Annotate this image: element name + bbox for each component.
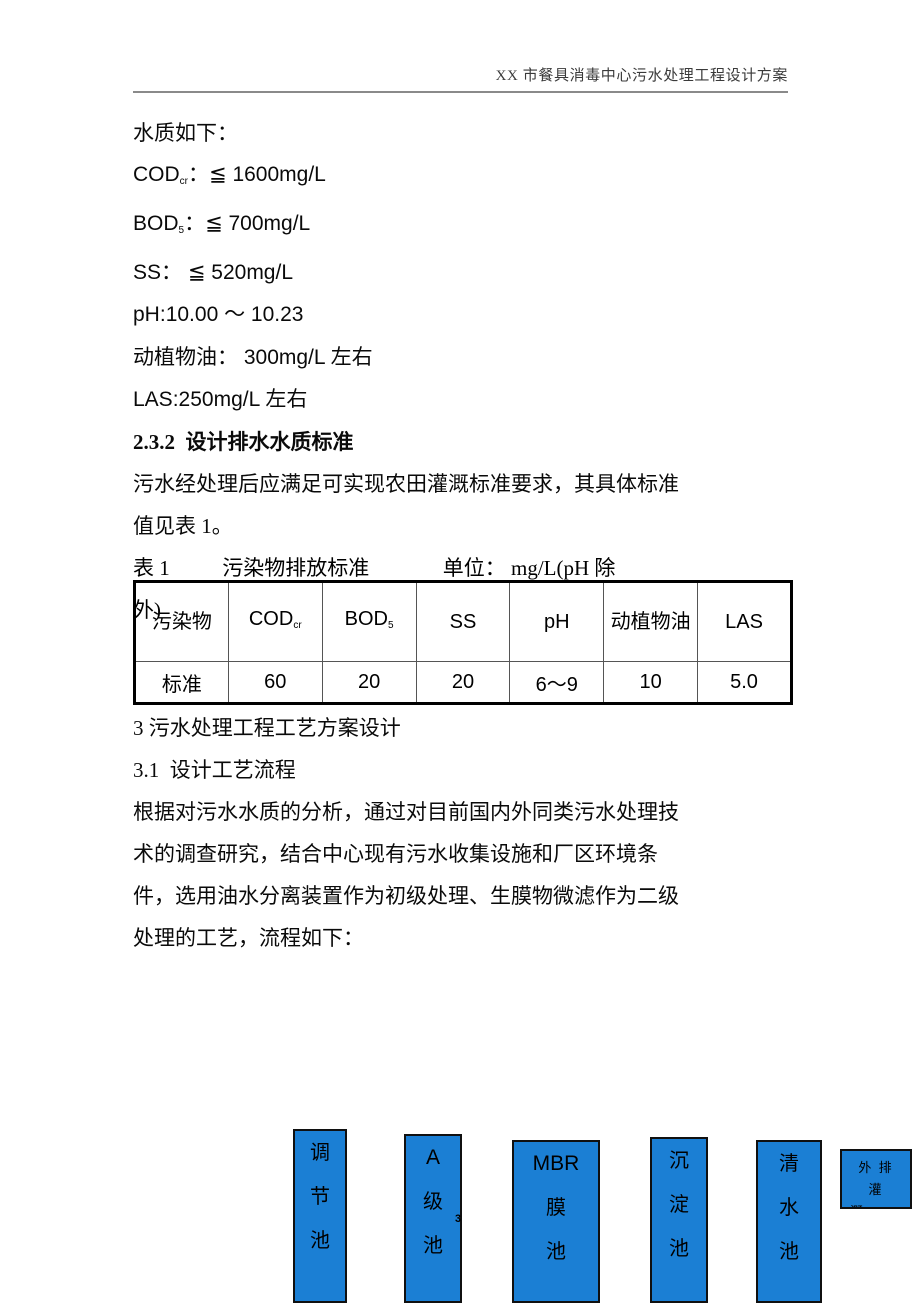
flow-box-sedimentation-tank[interactable]: 沉 淀 池: [650, 1137, 708, 1303]
header-divider: [133, 91, 788, 93]
quality-cod-prefix: COD: [133, 163, 180, 186]
quality-cod-subscript: cr: [179, 176, 189, 187]
table-header-las: LAS: [697, 581, 792, 662]
flow-box-discharge-irrigation-line-1: 外 排 灌: [858, 1160, 894, 1197]
quality-las-value: :250mg/L 左右: [172, 388, 308, 411]
table-value-oil: 10: [603, 661, 699, 704]
flow-box-a-grade-tank-line-2: 级: [423, 1191, 443, 1213]
flow-box-regulating-tank[interactable]: 调 节 池: [293, 1129, 347, 1303]
flow-box-clean-water-tank-line-3: 池: [779, 1241, 799, 1263]
flow-box-mbr-membrane-tank-line-3: 池: [546, 1241, 566, 1263]
quality-ss-value: ： ≦ 520mg/L: [161, 261, 294, 284]
quality-las-prefix: LAS: [133, 388, 173, 411]
quality-item-ph: pH:10.00 ～ 10.23: [133, 294, 798, 336]
table-value-ss: 20: [415, 661, 511, 704]
quality-item-cod: CODcr：≦ 1600mg/L: [133, 154, 798, 203]
table-header-animal-vegetable-oil: 动植物油: [603, 581, 699, 662]
paragraph-3-1-line-4: 处理的工艺，流程如下：: [133, 926, 364, 950]
quality-item-las: LAS:250mg/L 左右: [133, 379, 798, 421]
table-row-label: 标准: [134, 661, 229, 704]
flow-box-mbr-membrane-tank-line-2: 膜: [546, 1197, 566, 1219]
table-header-bod: BOD5: [321, 581, 417, 662]
flow-box-a-grade-tank[interactable]: A 级 池: [404, 1134, 462, 1303]
flow-box-discharge-irrigation-line-2: 溉: [850, 1201, 865, 1207]
table-header-ph: pH: [509, 581, 605, 662]
flow-box-discharge-irrigation[interactable]: 外 排 灌 溉: [840, 1149, 912, 1209]
heading-3: 3 污水处理工程工艺方案设计: [133, 716, 401, 740]
table-header-row: 污染物 CODcr BOD5 SS pH 动植物油 LAS: [134, 581, 792, 662]
table-header-ss: SS: [415, 581, 511, 662]
quality-bod-value: ：≦ 700mg/L: [184, 212, 311, 235]
flow-box-a-grade-tank-line-1: A: [425, 1146, 440, 1169]
flow-box-sedimentation-tank-line-3: 池: [669, 1238, 689, 1260]
flow-box-clean-water-tank-line-2: 水: [779, 1197, 799, 1219]
flow-box-regulating-tank-line-3: 池: [310, 1230, 330, 1252]
quality-cod-value: ：≦ 1600mg/L: [188, 163, 326, 186]
running-header: XX 市餐具消毒中心污水处理工程设计方案: [133, 64, 788, 100]
flow-box-clean-water-tank[interactable]: 清 水 池: [756, 1140, 822, 1303]
paragraph-3-1-line-2: 术的调查研究，结合中心现有污水收集设施和厂区环境条: [133, 842, 658, 866]
table-row: 标准 60 20 20 6～9 10 5.0: [134, 661, 792, 704]
table-value-cod: 60: [227, 661, 323, 704]
table-header-pollutant: 污染物: [134, 581, 229, 662]
table-header-bod-text: BOD: [344, 607, 388, 630]
flow-box-mbr-membrane-tank-line-1: MBR: [532, 1152, 580, 1175]
quality-oil-value: ： 300mg/L 左右: [217, 346, 373, 369]
quality-bod-prefix: BOD: [133, 212, 179, 235]
table-header-cod-subscript: cr: [293, 619, 302, 631]
quality-oil-prefix: 动植物油: [133, 345, 217, 369]
quality-item-bod: BOD5：≦ 700mg/L: [133, 203, 798, 252]
flow-box-regulating-tank-line-2: 节: [310, 1186, 330, 1208]
document-page: XX 市餐具消毒中心污水处理工程设计方案 水质如下： CODcr：≦ 1600m…: [0, 0, 920, 1303]
document-content: 水质如下： CODcr：≦ 1600mg/L BOD5：≦ 700mg/L SS…: [133, 112, 798, 631]
table-header-cod-text: COD: [248, 607, 294, 630]
flow-box-a-grade-tank-line-3: 池: [423, 1235, 443, 1257]
paragraph-2-3-2-line-1: 污水经处理后应满足可实现农田灌溉标准要求，其具体标准: [133, 472, 679, 496]
table-value-ph: 6～9: [509, 661, 605, 704]
flow-box-sedimentation-tank-line-2: 淀: [669, 1194, 689, 1216]
pollutant-standards-table-wrapper: 污染物 CODcr BOD5 SS pH 动植物油 LAS 标准 60 20 2…: [133, 580, 793, 705]
section-3-content: 3 污水处理工程工艺方案设计 3.1 设计工艺流程 根据对污水水质的分析，通过对…: [133, 707, 798, 959]
table-value-las: 5.0: [697, 661, 792, 704]
quality-ss-prefix: SS: [133, 261, 162, 284]
water-quality-intro: 水质如下：: [133, 121, 238, 145]
table-header-bod-subscript: 5: [388, 619, 394, 631]
quality-ph-prefix: pH: [133, 303, 160, 326]
heading-3-1: 3.1 设计工艺流程: [133, 758, 296, 782]
paragraph-3-1-line-1: 根据对污水水质的分析，通过对目前国内外同类污水处理技: [133, 800, 679, 824]
table-header-cod: CODcr: [227, 581, 323, 662]
header-title: XX 市餐具消毒中心污水处理工程设计方案: [495, 68, 788, 84]
quality-ph-value: :10.00 ～ 10.23: [159, 303, 304, 326]
paragraph-3-1-line-3: 件，选用油水分离装置作为初级处理、生膜物微滤作为二级: [133, 884, 679, 908]
heading-2-3-2: 2.3.2 设计排水水质标准: [133, 430, 354, 454]
table-value-bod: 20: [321, 661, 417, 704]
flow-box-regulating-tank-line-1: 调: [310, 1142, 330, 1164]
flow-box-mbr-membrane-tank[interactable]: MBR 膜 池: [512, 1140, 600, 1303]
quality-item-oil: 动植物油： 300mg/L 左右: [133, 336, 798, 379]
flow-box-clean-water-tank-line-1: 清: [779, 1153, 799, 1175]
quality-item-ss: SS： ≦ 520mg/L: [133, 252, 798, 294]
pollutant-standards-table: 污染物 CODcr BOD5 SS pH 动植物油 LAS 标准 60 20 2…: [133, 580, 793, 705]
flow-box-sedimentation-tank-line-1: 沉: [669, 1150, 689, 1172]
paragraph-2-3-2-line-2: 值见表 1。: [133, 514, 233, 538]
